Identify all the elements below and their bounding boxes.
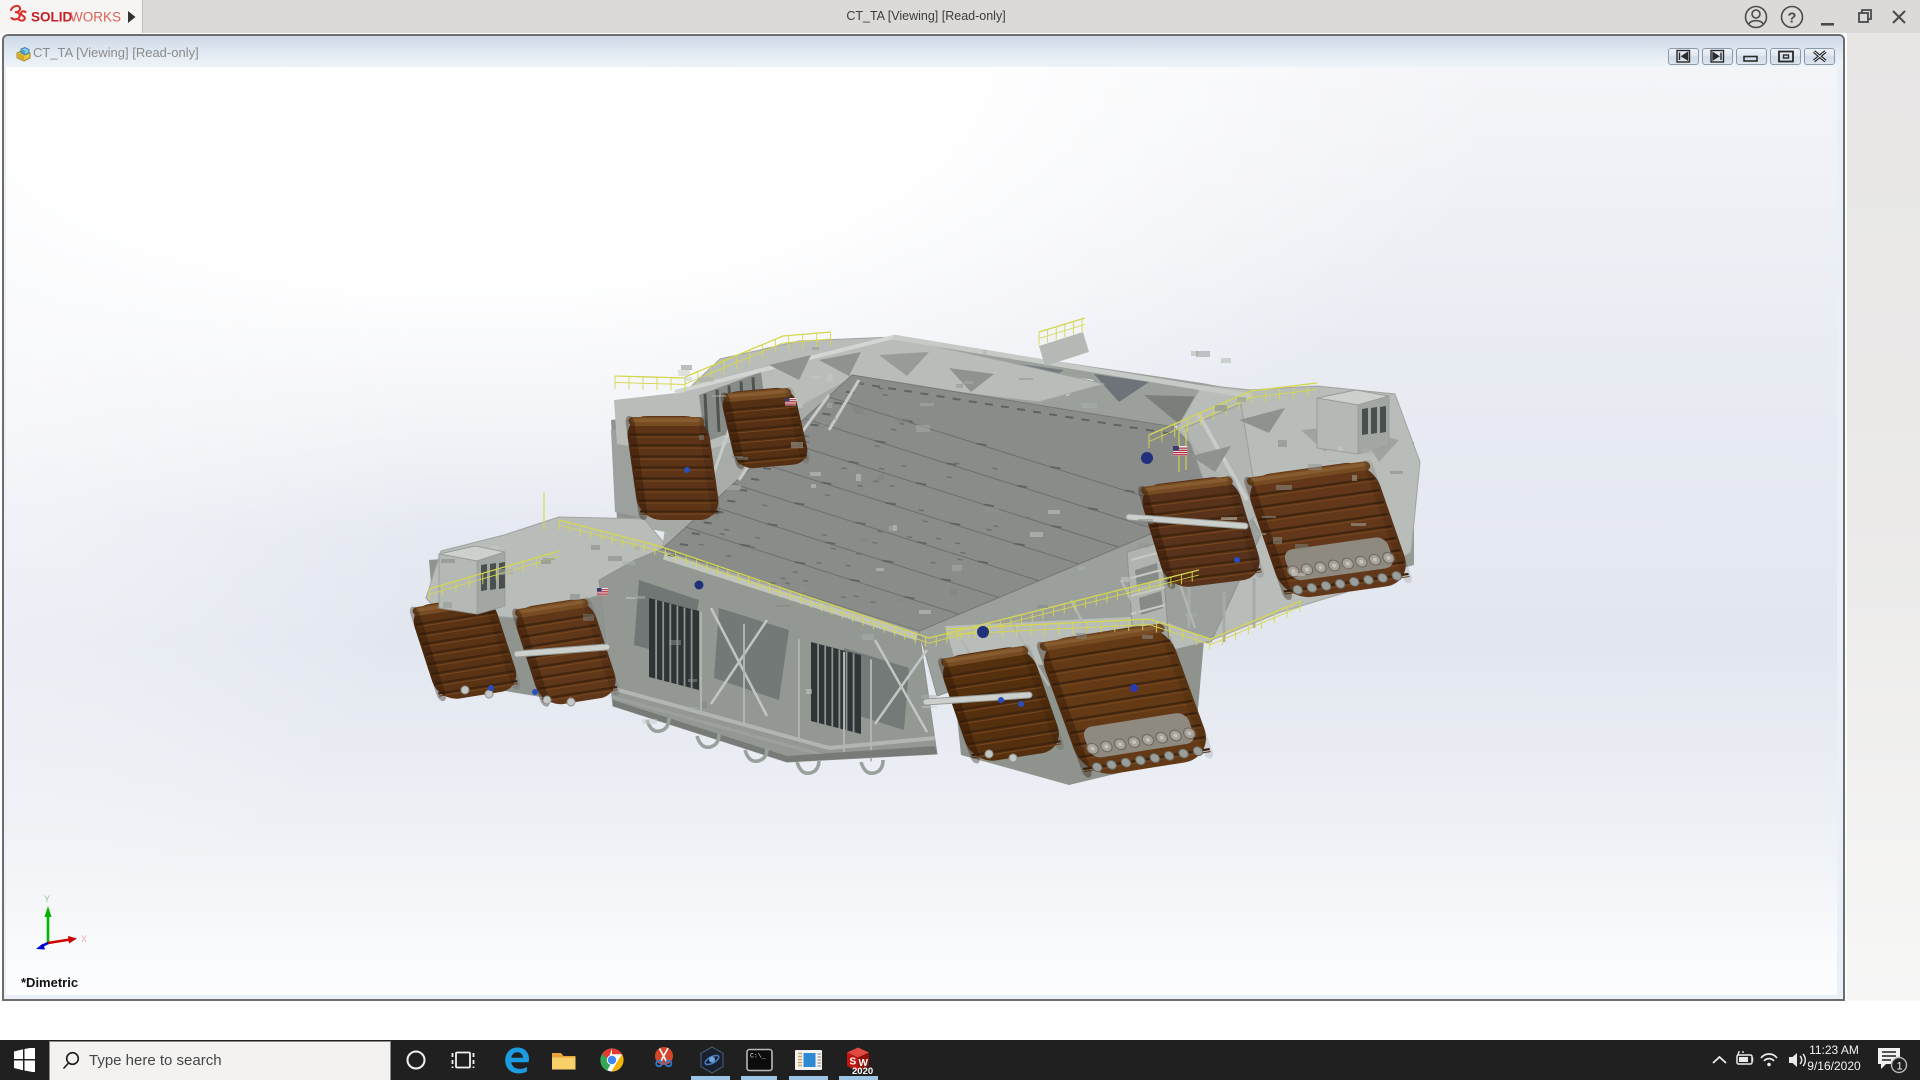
svg-text:WORKS: WORKS	[70, 10, 121, 25]
svg-text:Y: Y	[44, 894, 50, 904]
svg-text:SOLID: SOLID	[31, 10, 73, 25]
svg-text:X: X	[81, 934, 87, 944]
svg-text:?: ?	[1788, 11, 1797, 27]
svg-text:1: 1	[1897, 1061, 1903, 1073]
svg-text:C:\_: C:\_	[750, 1053, 766, 1060]
